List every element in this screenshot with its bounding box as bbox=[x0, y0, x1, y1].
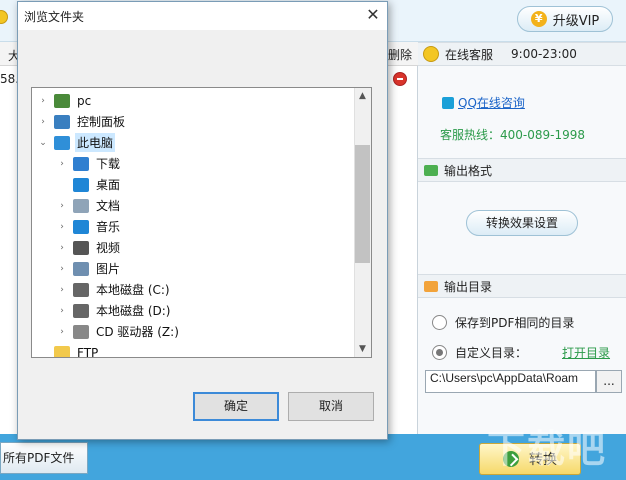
chevron-right-icon[interactable]: › bbox=[38, 117, 48, 127]
tree-item-label: pc bbox=[77, 93, 92, 108]
tree-item[interactable]: › 音乐 bbox=[32, 216, 371, 237]
smiley-icon bbox=[423, 46, 439, 62]
control-panel-icon bbox=[54, 114, 70, 129]
dialog-title: 浏览文件夹 bbox=[24, 10, 85, 24]
ok-button[interactable]: 确定 bbox=[193, 392, 279, 421]
chevron-right-icon[interactable]: › bbox=[57, 201, 67, 211]
chevron-right-icon[interactable]: › bbox=[38, 96, 48, 106]
output-format-title: 输出格式 bbox=[444, 163, 493, 178]
hotline-text: 客服热线：400-089-1998 bbox=[440, 128, 586, 142]
tree-item-label: 本地磁盘 (D:) bbox=[96, 304, 171, 318]
tree-item-label: FTP bbox=[77, 345, 99, 358]
qq-consult-label: QQ在线咨询 bbox=[458, 96, 525, 110]
scroll-up-icon[interactable]: ▲ bbox=[354, 88, 371, 104]
chevron-right-icon[interactable]: › bbox=[57, 264, 67, 274]
tree-item[interactable]: › 下载 bbox=[32, 153, 371, 174]
qq-consult-link[interactable]: QQ在线咨询 bbox=[442, 94, 525, 111]
chevron-right-icon[interactable]: › bbox=[57, 306, 67, 316]
tree-item[interactable]: 桌面 bbox=[32, 174, 371, 195]
tree-item[interactable]: › 本地磁盘 (D:) bbox=[32, 300, 371, 321]
output-dir-title: 输出目录 bbox=[444, 279, 493, 294]
qq-icon bbox=[442, 96, 454, 109]
tree-item[interactable]: ⌄ 此电脑 bbox=[32, 132, 360, 153]
open-dir-link[interactable]: 打开目录 bbox=[562, 344, 610, 361]
tree-item-label: 此电脑 bbox=[75, 133, 116, 152]
user-icon bbox=[54, 93, 70, 108]
tree-item[interactable]: FTP bbox=[32, 342, 360, 358]
dialog-close-button[interactable]: ✕ bbox=[362, 4, 384, 26]
chevron-right-icon[interactable]: › bbox=[57, 159, 67, 169]
browse-button[interactable]: ... bbox=[596, 370, 622, 393]
tree-item-label: 文档 bbox=[96, 199, 121, 213]
delete-row-icon[interactable] bbox=[393, 72, 407, 86]
cancel-button[interactable]: 取消 bbox=[288, 392, 374, 421]
chevron-right-icon[interactable]: › bbox=[57, 327, 67, 337]
tree-scrollbar-thumb[interactable] bbox=[355, 145, 370, 263]
tree-item-label: 下载 bbox=[96, 157, 121, 171]
save-same-dir-option[interactable]: 保存到PDF相同的目录 bbox=[432, 314, 574, 331]
tree-item[interactable]: › 控制面板 bbox=[32, 111, 360, 132]
tree-item[interactable]: › 图片 bbox=[32, 258, 371, 279]
tree-item[interactable]: › 文档 bbox=[32, 195, 371, 216]
tree-item[interactable]: › pc bbox=[32, 90, 360, 111]
document-icon bbox=[73, 198, 89, 213]
service-hours: 9:00-23:00 bbox=[511, 47, 577, 61]
all-pdf-files-button[interactable]: 所有PDF文件 bbox=[0, 442, 88, 474]
tree-item-label: 图片 bbox=[96, 262, 121, 276]
cd-drive-icon bbox=[73, 324, 89, 339]
scroll-down-icon[interactable]: ▼ bbox=[354, 341, 371, 357]
chevron-down-icon[interactable]: ⌄ bbox=[38, 138, 48, 148]
folder-orange-icon bbox=[424, 280, 438, 292]
tree-item-label: 控制面板 bbox=[77, 115, 126, 129]
upgrade-vip-button[interactable]: ¥ 升级VIP bbox=[517, 6, 613, 32]
customer-service-header: 在线客服 9:00-23:00 bbox=[418, 42, 626, 66]
video-icon bbox=[73, 240, 89, 255]
picture-icon bbox=[73, 261, 89, 276]
music-icon bbox=[73, 219, 89, 234]
desktop-icon bbox=[73, 177, 89, 192]
radio-custom-dir[interactable] bbox=[432, 345, 447, 360]
folder-green-icon bbox=[424, 164, 438, 176]
tree-item[interactable]: › CD 驱动器 (Z:) bbox=[32, 321, 371, 342]
chevron-right-icon[interactable]: › bbox=[57, 243, 67, 253]
drive-c-icon bbox=[73, 282, 89, 297]
tree-item-label: 本地磁盘 (C:) bbox=[96, 283, 170, 297]
tree-item[interactable]: › 本地磁盘 (C:) bbox=[32, 279, 371, 300]
column-header-delete: 删除 bbox=[388, 48, 413, 62]
custom-dir-label: 自定义目录： bbox=[455, 346, 528, 360]
tree-item-label: 音乐 bbox=[96, 220, 121, 234]
tree-item-label: 视频 bbox=[96, 241, 121, 255]
folder-icon bbox=[54, 345, 70, 357]
chevron-right-icon[interactable]: › bbox=[57, 222, 67, 232]
tree-item-label: 桌面 bbox=[96, 178, 121, 192]
tree-item[interactable]: › 视频 bbox=[32, 237, 371, 258]
output-dir-header: 输出目录 bbox=[418, 274, 626, 298]
radio-same-dir[interactable] bbox=[432, 315, 447, 330]
chevron-right-icon[interactable]: › bbox=[57, 285, 67, 295]
customer-service-title: 在线客服 bbox=[445, 47, 494, 62]
output-path-input[interactable]: C:\Users\pc\AppData\Roam bbox=[425, 370, 596, 393]
download-icon bbox=[73, 156, 89, 171]
save-same-dir-label: 保存到PDF相同的目录 bbox=[455, 316, 575, 330]
watermark-text: 下载吧 bbox=[487, 427, 608, 471]
coin-icon: ¥ bbox=[530, 11, 547, 27]
upgrade-vip-label: 升级VIP bbox=[552, 13, 600, 29]
conversion-effect-settings-button[interactable]: 转换效果设置 bbox=[466, 210, 578, 236]
computer-icon bbox=[54, 135, 70, 150]
output-format-header: 输出格式 bbox=[418, 158, 626, 182]
drive-d-icon bbox=[73, 303, 89, 318]
tree-item-label: CD 驱动器 (Z:) bbox=[96, 325, 179, 339]
folder-tree: › pc › 控制面板 ⌄ 此电脑 › 下载 桌面 › 文档 › 音乐 › 视频 › 图片 › 本地磁盘 (C:) ›… bbox=[31, 87, 372, 358]
custom-dir-option[interactable]: 自定义目录： bbox=[432, 344, 527, 361]
